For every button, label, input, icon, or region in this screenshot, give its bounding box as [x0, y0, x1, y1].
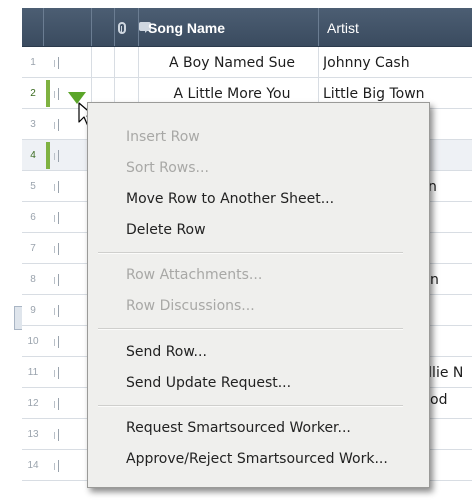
row-grip-icon[interactable]: [54, 460, 62, 472]
row-number: 11: [27, 367, 39, 378]
row-number: 13: [27, 429, 39, 440]
column-header-song-name[interactable]: Song Name: [148, 8, 225, 46]
row-grip-icon[interactable]: [54, 429, 62, 441]
table-row[interactable]: 1 A Boy Named Sue Johnny Cash: [22, 47, 472, 78]
grid-header: Song Name Artist: [22, 8, 472, 47]
row-discuss-cell[interactable]: [115, 47, 139, 78]
row-lock-cell: [44, 47, 92, 78]
left-gutter: [0, 0, 22, 504]
menu-separator: [98, 405, 403, 407]
row-selector-tab[interactable]: [14, 306, 22, 330]
row-context-menu: Insert Row Sort Rows... Move Row to Anot…: [87, 102, 430, 488]
menu-separator: [98, 252, 403, 254]
artist-name[interactable]: Johnny Cash: [323, 47, 472, 78]
row-number: 2: [30, 88, 36, 99]
column-header-artist[interactable]: Artist: [327, 8, 359, 46]
row-grip-icon[interactable]: [54, 243, 62, 255]
row-lock-cell: [44, 233, 92, 264]
menu-item-request-smartsourced-worker[interactable]: Request Smartsourced Worker...: [126, 416, 351, 440]
row-grip-icon[interactable]: [54, 150, 62, 162]
menu-item-approve-reject-smartsourced-work[interactable]: Approve/Reject Smartsourced Work...: [126, 447, 388, 471]
menu-separator: [98, 328, 403, 330]
row-grip-icon[interactable]: [54, 119, 62, 131]
row-number: 6: [30, 212, 36, 223]
menu-item-sort-rows: Sort Rows...: [126, 160, 209, 176]
row-lock-cell: [44, 264, 92, 295]
row-lock-cell: [44, 326, 92, 357]
row-number: 9: [30, 305, 36, 316]
row-number: 3: [30, 119, 36, 130]
row-lock-cell: [44, 450, 92, 481]
menu-item-move-row[interactable]: Move Row to Another Sheet...: [126, 187, 334, 211]
menu-item-row-attachments: Row Attachments...: [126, 267, 263, 283]
row-grip-icon[interactable]: [54, 398, 62, 410]
row-lock-cell: [44, 202, 92, 233]
row-number: 12: [27, 398, 39, 409]
header-lock-cell: [44, 8, 92, 46]
row-number: 1: [30, 57, 36, 68]
menu-item-send-update-request[interactable]: Send Update Request...: [126, 371, 291, 395]
header-rownum-cell: [22, 8, 44, 46]
menu-item-send-row[interactable]: Send Row...: [126, 340, 207, 364]
row-grip-icon[interactable]: [54, 88, 62, 100]
row-number: 10: [27, 336, 39, 347]
menu-item-delete-row[interactable]: Delete Row: [126, 218, 206, 242]
menu-item-insert-row: Insert Row: [126, 129, 200, 145]
row-grip-icon[interactable]: [54, 181, 62, 193]
row-lock-cell: [44, 171, 92, 202]
artist-name[interactable]: n: [428, 171, 472, 202]
row-lock-cell: [44, 295, 92, 326]
row-number: 14: [27, 460, 39, 471]
header-discussions-cell[interactable]: [115, 8, 139, 46]
header-attachments-cell[interactable]: [92, 8, 115, 46]
row-grip-icon[interactable]: [54, 57, 62, 69]
row-lock-cell: [44, 419, 92, 450]
row-attach-cell[interactable]: [92, 47, 115, 78]
row-number: 8: [30, 274, 36, 285]
row-number: 5: [30, 181, 36, 192]
row-grip-icon[interactable]: [54, 336, 62, 348]
artist-name[interactable]: n: [430, 264, 472, 295]
row-grip-icon[interactable]: [54, 274, 62, 286]
row-number: 4: [30, 150, 36, 161]
row-grip-icon[interactable]: [54, 305, 62, 317]
row-grip-icon[interactable]: [54, 212, 62, 224]
artist-name[interactable]: od: [430, 384, 472, 415]
row-grip-icon[interactable]: [54, 367, 62, 379]
row-lock-cell: [44, 140, 92, 171]
song-name[interactable]: A Boy Named Sue: [146, 47, 318, 78]
menu-item-row-discussions: Row Discussions...: [126, 298, 255, 314]
row-number: 7: [30, 243, 36, 254]
row-lock-cell: [44, 357, 92, 388]
row-lock-cell: [44, 388, 92, 419]
sheet-window: Song Name Artist 1 A Boy Named Sue Johnn…: [0, 0, 472, 504]
